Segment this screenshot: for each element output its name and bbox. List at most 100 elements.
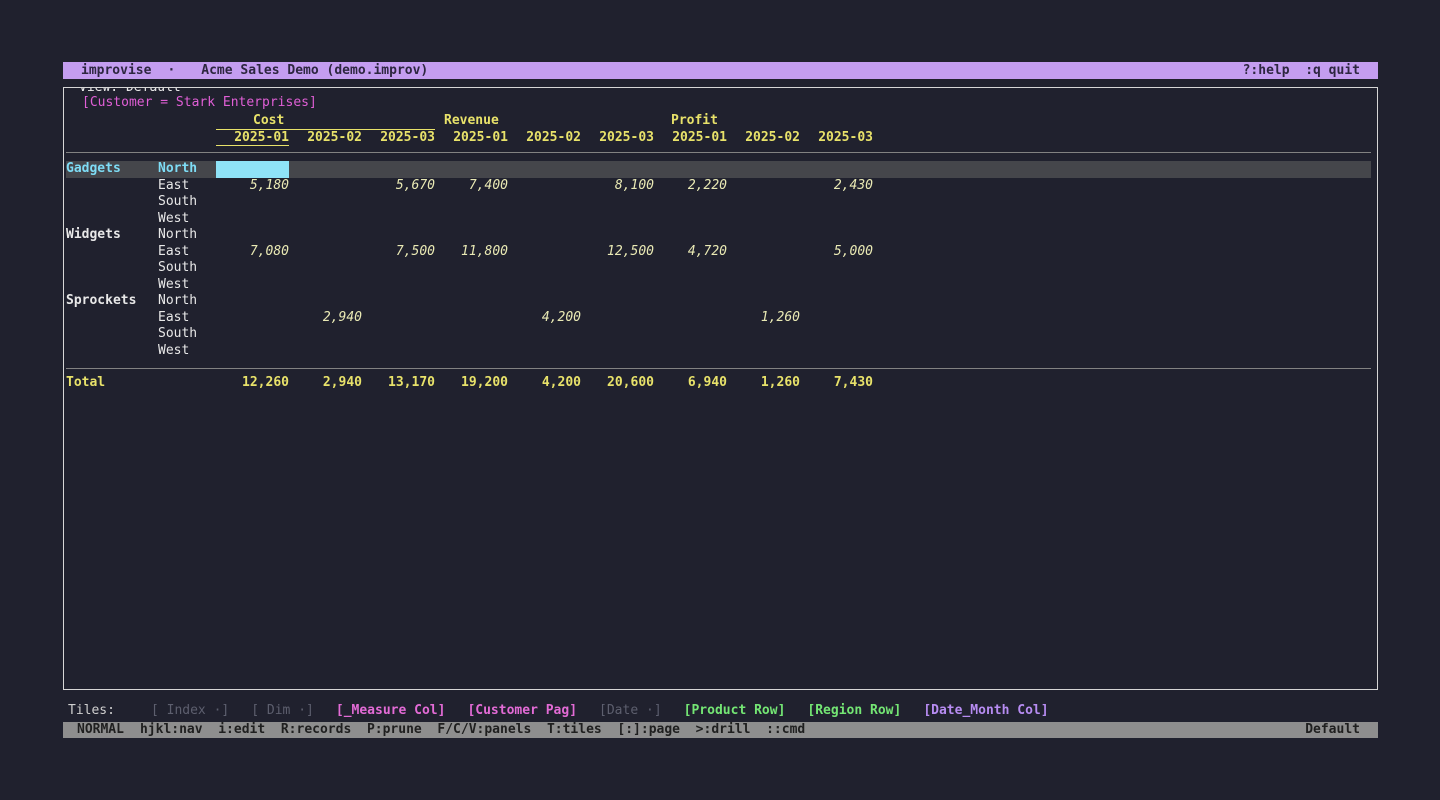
value-cell[interactable] — [435, 194, 508, 211]
measure-group-cost[interactable]: Cost — [216, 113, 435, 130]
value-cell[interactable] — [216, 211, 289, 228]
tile-customer-pag[interactable]: [Customer Pag] — [467, 703, 577, 719]
value-cell[interactable] — [435, 277, 508, 294]
tile-date-month-col[interactable]: [Date_Month Col] — [923, 703, 1048, 719]
value-cell[interactable] — [654, 277, 727, 294]
region-cell[interactable]: West — [158, 343, 216, 360]
value-cell[interactable] — [800, 227, 873, 244]
value-cell[interactable] — [435, 161, 508, 178]
value-cell[interactable] — [289, 194, 362, 211]
value-cell[interactable] — [362, 211, 435, 228]
value-cell[interactable] — [800, 326, 873, 343]
value-cell[interactable] — [727, 211, 800, 228]
value-cell[interactable] — [289, 343, 362, 360]
value-cell[interactable] — [508, 178, 581, 195]
product-cell[interactable] — [66, 277, 158, 294]
value-cell[interactable] — [435, 343, 508, 360]
value-cell[interactable] — [508, 293, 581, 310]
value-cell[interactable] — [289, 326, 362, 343]
value-cell[interactable] — [435, 326, 508, 343]
product-cell[interactable] — [66, 343, 158, 360]
value-cell[interactable]: 7,400 — [435, 178, 508, 195]
tile-dim[interactable]: [ Dim ·] — [251, 703, 314, 719]
value-cell[interactable] — [654, 293, 727, 310]
tile-index[interactable]: [ Index ·] — [151, 703, 229, 719]
value-cell[interactable] — [362, 194, 435, 211]
value-cell[interactable] — [727, 343, 800, 360]
value-cell[interactable] — [727, 260, 800, 277]
measure-group-revenue[interactable]: Revenue — [435, 113, 654, 130]
month-header[interactable]: 2025-02 — [508, 130, 581, 147]
value-cell[interactable] — [508, 260, 581, 277]
product-cell[interactable]: Sprockets — [66, 293, 158, 310]
value-cell[interactable] — [581, 343, 654, 360]
value-cell[interactable]: 5,670 — [362, 178, 435, 195]
table-row[interactable]: SprocketsNorth — [66, 293, 1371, 310]
tile-region-row[interactable]: [Region Row] — [807, 703, 901, 719]
product-cell[interactable] — [66, 244, 158, 261]
value-cell[interactable] — [800, 293, 873, 310]
value-cell[interactable] — [727, 227, 800, 244]
table-row[interactable]: South — [66, 260, 1371, 277]
value-cell[interactable] — [362, 161, 435, 178]
cursor-cell[interactable] — [216, 161, 289, 178]
value-cell[interactable] — [508, 277, 581, 294]
value-cell[interactable] — [289, 293, 362, 310]
value-cell[interactable]: 2,220 — [654, 178, 727, 195]
month-header[interactable]: 2025-03 — [581, 130, 654, 147]
value-cell[interactable] — [435, 310, 508, 327]
region-cell[interactable]: South — [158, 194, 216, 211]
table-row[interactable]: South — [66, 326, 1371, 343]
month-header[interactable]: 2025-03 — [362, 130, 435, 147]
value-cell[interactable] — [581, 227, 654, 244]
value-cell[interactable] — [216, 326, 289, 343]
region-cell[interactable]: West — [158, 211, 216, 228]
value-cell[interactable] — [654, 211, 727, 228]
value-cell[interactable] — [581, 326, 654, 343]
value-cell[interactable] — [435, 260, 508, 277]
value-cell[interactable] — [581, 293, 654, 310]
value-cell[interactable] — [654, 260, 727, 277]
table-row[interactable]: South — [66, 194, 1371, 211]
value-cell[interactable]: 2,940 — [289, 310, 362, 327]
region-cell[interactable]: North — [158, 161, 216, 178]
region-cell[interactable]: North — [158, 227, 216, 244]
value-cell[interactable]: 4,200 — [508, 310, 581, 327]
value-cell[interactable] — [362, 227, 435, 244]
value-cell[interactable] — [362, 343, 435, 360]
table-row[interactable]: WidgetsNorth — [66, 227, 1371, 244]
value-cell[interactable]: 5,000 — [800, 244, 873, 261]
month-header[interactable]: 2025-03 — [800, 130, 873, 147]
value-cell[interactable] — [508, 244, 581, 261]
value-cell[interactable]: 12,500 — [581, 244, 654, 261]
month-header[interactable]: 2025-01 — [216, 130, 289, 147]
value-cell[interactable]: 7,500 — [362, 244, 435, 261]
value-cell[interactable] — [727, 194, 800, 211]
region-cell[interactable]: East — [158, 244, 216, 261]
value-cell[interactable] — [581, 194, 654, 211]
value-cell[interactable] — [216, 260, 289, 277]
value-cell[interactable] — [362, 260, 435, 277]
value-cell[interactable] — [362, 326, 435, 343]
value-cell[interactable] — [800, 194, 873, 211]
value-cell[interactable]: 4,720 — [654, 244, 727, 261]
region-cell[interactable]: South — [158, 260, 216, 277]
value-cell[interactable] — [362, 310, 435, 327]
value-cell[interactable] — [727, 326, 800, 343]
tile-measure-col[interactable]: [_Measure Col] — [336, 703, 446, 719]
month-header[interactable]: 2025-01 — [654, 130, 727, 147]
value-cell[interactable] — [581, 161, 654, 178]
value-cell[interactable]: 2,430 — [800, 178, 873, 195]
value-cell[interactable] — [654, 161, 727, 178]
value-cell[interactable] — [581, 260, 654, 277]
region-cell[interactable]: East — [158, 178, 216, 195]
value-cell[interactable] — [508, 343, 581, 360]
value-cell[interactable] — [800, 211, 873, 228]
value-cell[interactable] — [654, 310, 727, 327]
table-row[interactable]: GadgetsNorth — [66, 161, 1371, 178]
value-cell[interactable] — [654, 343, 727, 360]
value-cell[interactable] — [727, 293, 800, 310]
measure-group-profit[interactable]: Profit — [654, 113, 873, 130]
value-cell[interactable] — [727, 277, 800, 294]
table-row[interactable]: East7,0807,50011,80012,5004,7205,000 — [66, 244, 1371, 261]
